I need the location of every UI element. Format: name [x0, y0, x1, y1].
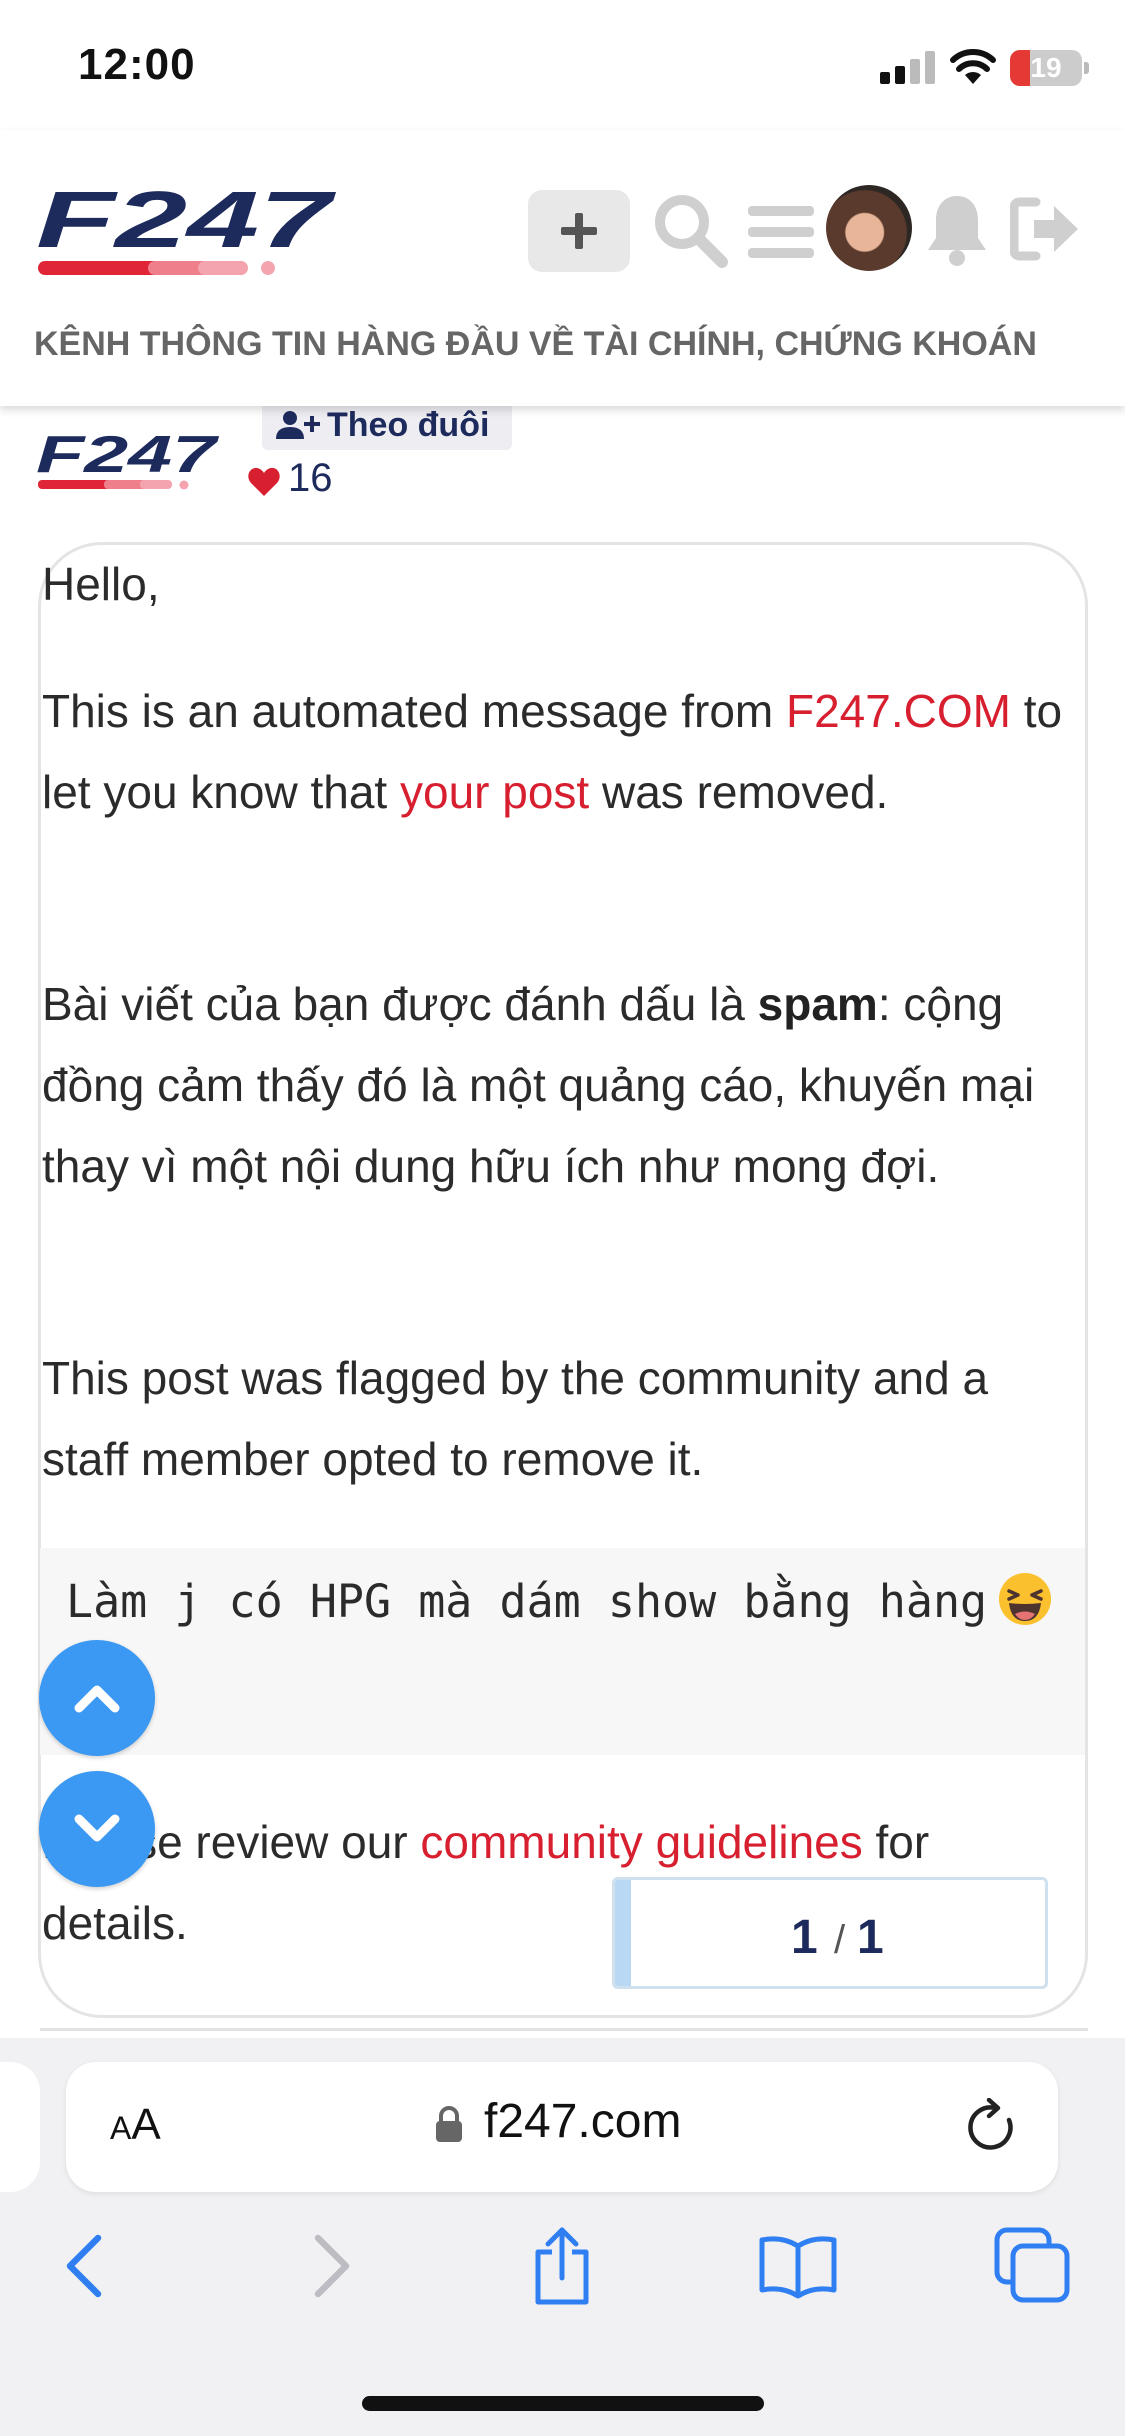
add-post-button[interactable]	[528, 190, 630, 272]
pager-separator: /	[834, 1918, 846, 1962]
browser-toolbar: AA f247.com	[0, 2038, 1125, 2436]
quote-text: Làm j có HPG mà dám show bằng hàng	[66, 1575, 988, 1628]
logout-icon[interactable]	[1010, 196, 1082, 262]
notice-text: This is an automated message from	[42, 685, 786, 737]
spam-label: spam	[757, 978, 878, 1030]
site-link[interactable]: F247.COM	[786, 685, 1011, 737]
heart-icon[interactable]	[247, 465, 281, 499]
laughing-emoji-icon	[999, 1573, 1052, 1625]
previous-tab-peek[interactable]	[0, 2062, 40, 2192]
site-header: F247 KÊNH THÔNG TIN HÀNG ĐẦU VỀ TÀI CHÍN…	[0, 130, 1125, 406]
wifi-icon	[950, 49, 996, 84]
forward-icon[interactable]	[290, 2226, 370, 2306]
aa-small: A	[110, 2110, 132, 2146]
pager-current: 1	[791, 1911, 818, 1964]
bell-icon[interactable]	[924, 192, 990, 268]
community-guidelines-link[interactable]: community guidelines	[420, 1816, 862, 1868]
author-logo[interactable]: F247	[36, 430, 220, 496]
flag-info-paragraph: This post was flagged by the community a…	[42, 1352, 989, 1485]
spam-reason-paragraph: Bài viết của bạn được đánh dấu là spam: …	[42, 964, 1072, 1207]
logo-text: F247	[36, 185, 336, 264]
reason-text: Bài viết của bạn được đánh dấu là	[42, 978, 758, 1030]
lock-icon	[436, 2106, 462, 2142]
like-count: 16	[288, 456, 333, 500]
share-icon[interactable]	[522, 2226, 602, 2306]
quoted-post: Làm j có HPG mà dám show bằng hàng	[40, 1548, 1085, 1755]
tabs-icon[interactable]	[993, 2226, 1073, 2306]
menu-icon[interactable]	[748, 202, 814, 262]
status-bar: 12:00 19	[0, 0, 1125, 130]
your-post-link[interactable]: your post	[400, 766, 589, 818]
pager-total: 1	[857, 1911, 884, 1964]
status-time: 12:00	[78, 40, 196, 89]
site-logo[interactable]: F247	[36, 185, 336, 285]
follow-label: Theo đuôi	[327, 406, 490, 444]
user-avatar[interactable]	[826, 185, 912, 271]
greeting-text: Hello,	[42, 558, 160, 610]
removal-notice-paragraph: This is an automated message from F247.C…	[42, 671, 1072, 833]
post-pager[interactable]: 1 / 1	[612, 1877, 1048, 1989]
battery-icon: 19	[1010, 50, 1089, 86]
chevron-down-icon	[74, 1814, 120, 1842]
follow-button[interactable]: Theo đuôi	[262, 400, 512, 450]
plus-icon	[561, 213, 597, 249]
add-user-icon	[276, 411, 320, 439]
pager-progress-bar	[615, 1880, 631, 1986]
aa-large: A	[131, 2100, 161, 2149]
back-icon[interactable]	[46, 2226, 126, 2306]
scroll-down-button[interactable]	[39, 1771, 155, 1887]
address-bar[interactable]: AA f247.com	[66, 2062, 1058, 2192]
battery-level: 19	[1030, 52, 1062, 83]
reload-icon[interactable]	[965, 2098, 1021, 2156]
notice-text: was removed.	[589, 766, 889, 818]
quoted-post-text: Làm j có HPG mà dám show bằng hàng	[66, 1561, 1066, 1642]
site-tagline: KÊNH THÔNG TIN HÀNG ĐẦU VỀ TÀI CHÍNH, CH…	[34, 325, 1037, 363]
bookmarks-icon[interactable]	[758, 2226, 838, 2306]
search-icon[interactable]	[652, 192, 728, 268]
cellular-signal-icon	[880, 50, 936, 84]
scroll-up-button[interactable]	[39, 1640, 155, 1756]
chevron-up-icon	[74, 1685, 120, 1713]
home-indicator[interactable]	[362, 2396, 764, 2411]
reader-options-button[interactable]: AA	[110, 2100, 161, 2150]
divider	[40, 2028, 1088, 2031]
author-logo-text: F247	[36, 430, 219, 484]
url-text[interactable]: f247.com	[484, 2094, 681, 2149]
